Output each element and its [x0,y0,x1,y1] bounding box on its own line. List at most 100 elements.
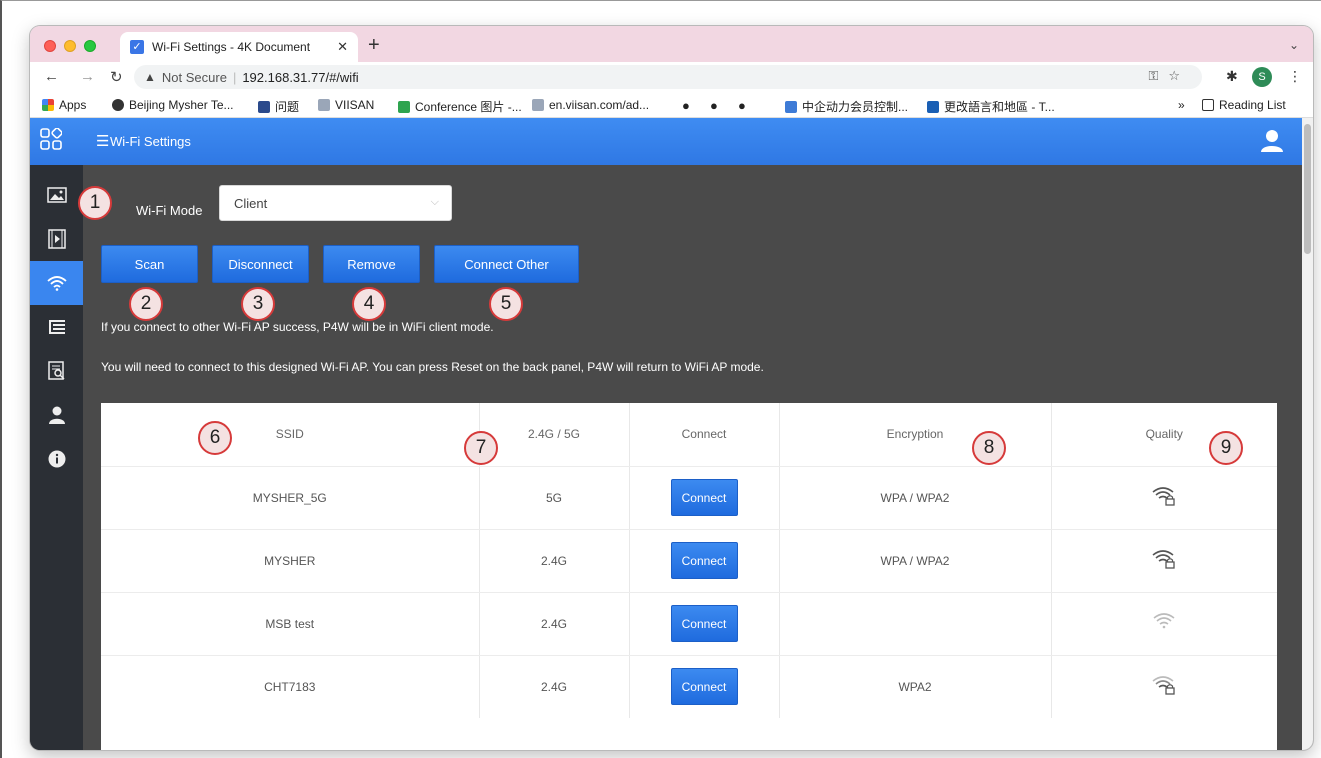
bookmark-globe-2[interactable]: ● [710,98,718,113]
tab-title: Wi-Fi Settings - 4K Document [152,40,311,54]
client-mode-note: If you connect to other Wi-Fi AP success… [101,320,494,334]
profile-avatar[interactable]: S [1252,67,1272,87]
sidebar-item-list[interactable] [30,305,83,349]
more-menu-icon[interactable]: ⋮ [1288,68,1302,85]
bookmark-globe-3[interactable]: ● [738,98,746,113]
table-row: MYSHER 2.4G Connect WPA / WPA2 [101,529,1277,593]
browser-toolbar: ← → ↻ ▲ Not Secure | 192.168.31.77/#/wif… [30,62,1313,92]
tab-close-icon[interactable]: ✕ [337,39,348,55]
bookmark-label: en.viisan.com/ad... [549,98,650,112]
tab-search-chevron-icon[interactable]: ⌄ [1289,38,1299,52]
user-icon [48,406,65,424]
wifi-signal-open-icon [1153,613,1175,629]
menu-toggle-icon[interactable]: ☰ [96,132,109,150]
sidebar-item-document[interactable] [30,349,83,393]
callout-1: 1 [78,186,112,220]
warning-triangle-icon[interactable]: ▲ [144,70,156,84]
app-header: ☰ Wi-Fi Settings [30,118,1302,165]
bookmarks-bar: Apps Beijing Mysher Te... 问题 VIISAN Conf… [30,92,1313,118]
quality-cell [1051,466,1277,530]
callout-9: 9 [1209,431,1243,465]
px-logo-icon [398,101,410,113]
bookmark-label: 中企动力会员控制... [802,100,909,114]
scan-button[interactable]: Scan [101,245,198,283]
bookmark-viisan-site[interactable]: en.viisan.com/ad... [532,98,649,112]
encryption-cell [779,592,1052,656]
quality-cell [1051,655,1277,718]
ssid-header: SSID [101,403,480,467]
sidebar-item-info[interactable] [30,437,83,481]
wifi-signal-locked-icon [1152,550,1175,569]
sidebar-item-wifi[interactable] [30,261,83,305]
callout-2: 2 [129,287,163,321]
bookmark-conference[interactable]: Conference 图片 -... [398,98,522,115]
encryption-header: Encryption [779,403,1052,467]
connect-cell: Connect [629,655,780,718]
connect-other-button[interactable]: Connect Other [434,245,579,283]
wifi-mode-label: Wi-Fi Mode [136,203,203,218]
connect-cell: Connect [629,592,780,656]
sidebar [30,165,83,750]
minimize-window-button[interactable] [64,40,76,52]
bookmark-label: VIISAN [335,98,375,112]
band-cell: 5G [479,466,630,530]
bookmark-label: 问题 [275,100,300,114]
connect-cell: Connect [629,529,780,593]
wifi-network-table: SSID 2.4G / 5G Connect Encryption Qualit… [101,403,1277,750]
reading-list-icon [1202,99,1214,111]
callout-4: 4 [352,287,386,321]
connect-button[interactable]: Connect [670,479,738,516]
bookmark-apps[interactable]: Apps [42,98,86,112]
forward-arrow-icon[interactable]: → [80,68,95,85]
connect-cell: Connect [629,466,780,530]
apps-grid-icon [42,99,54,111]
bookmark-beijing[interactable]: Beijing Mysher Te... [112,98,234,112]
sidebar-item-user[interactable] [30,393,83,437]
app-grid-logo-icon[interactable] [40,127,63,156]
encryption-cell: WPA / WPA2 [779,466,1052,530]
wifi-mode-select[interactable]: Client ⌵ [219,185,452,221]
viisan-logo-icon [318,99,330,111]
bookmark-viisan[interactable]: VIISAN [318,98,374,112]
key-star-icons[interactable]: ⚿☆ [1148,68,1190,84]
quality-cell [1051,592,1277,656]
back-arrow-icon[interactable]: ← [44,68,59,85]
zoom-window-button[interactable] [84,40,96,52]
connect-button[interactable]: Connect [670,605,738,642]
user-account-icon[interactable] [1260,129,1284,158]
connect-button[interactable]: Connect [670,542,738,579]
bookmark-globe-1[interactable]: ● [682,98,690,113]
reset-note: You will need to connect to this designe… [101,360,764,374]
cf-logo-icon [785,101,797,113]
disconnect-button[interactable]: Disconnect [212,245,309,283]
ssid-cell: MYSHER [101,529,480,593]
reading-list[interactable]: Reading List [1202,98,1286,112]
bookmark-zhongqi[interactable]: 中企动力会员控制... [785,98,908,115]
reload-icon[interactable]: ↻ [110,68,123,86]
band-cell: 2.4G [479,655,630,718]
bookmark-wenti[interactable]: 问题 [258,98,299,115]
sidebar-item-image[interactable] [30,173,83,217]
callout-8: 8 [972,431,1006,465]
chevron-down-icon: ⌵ [430,196,439,208]
bookmark-label: Apps [59,98,87,112]
address-url: 192.168.31.77/#/wifi [242,69,359,85]
remove-button[interactable]: Remove [323,245,420,283]
browser-window: ✓ Wi-Fi Settings - 4K Document ✕ + ⌄ ← →… [30,26,1313,750]
close-window-button[interactable] [44,40,56,52]
bookmark-label: Beijing Mysher Te... [129,98,234,112]
bookmarks-overflow[interactable]: » [1178,98,1185,112]
vertical-scrollbar[interactable] [1302,118,1313,750]
video-icon [47,229,66,249]
callout-3: 3 [241,287,275,321]
bookmark-language[interactable]: 更改語言和地區 - T... [927,98,1055,115]
sidebar-item-video[interactable] [30,217,83,261]
browser-tab[interactable]: ✓ Wi-Fi Settings - 4K Document ✕ [120,32,358,62]
extensions-puzzle-icon[interactable]: ✱ [1226,68,1238,85]
address-bar[interactable]: ▲ Not Secure | 192.168.31.77/#/wifi ⚿☆ [134,65,1202,89]
scrollbar-thumb[interactable] [1304,124,1311,254]
callout-6: 6 [198,421,232,455]
connect-button[interactable]: Connect [670,668,738,706]
globe-icon [112,99,124,111]
new-tab-button[interactable]: + [368,34,380,57]
